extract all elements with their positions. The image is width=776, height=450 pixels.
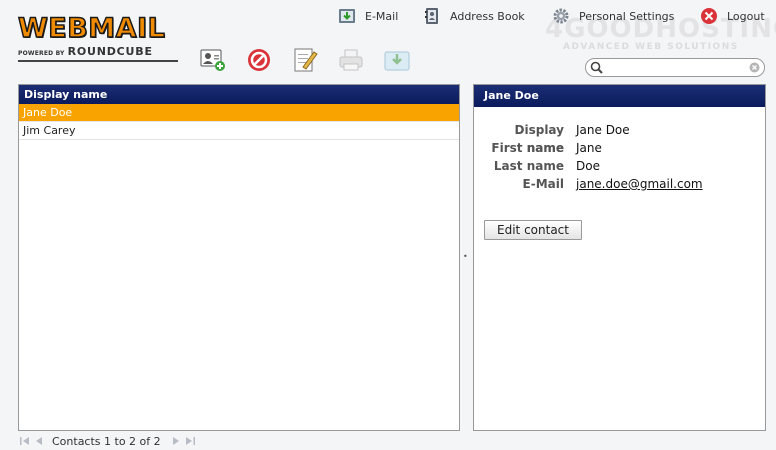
nav-address-book-label: Address Book [450,9,525,23]
watermark-line2: ADVANCED WEB SOLUTIONS [563,42,739,52]
export-contacts-button[interactable] [382,45,412,75]
delete-contact-button[interactable] [244,45,274,75]
detail-value: Jane [576,141,602,155]
delete-icon [246,47,272,73]
detail-label: Display name [514,123,564,155]
nav-logout[interactable]: Logout [700,6,765,26]
contacts-count: Contacts 1 to 2 of 2 [52,434,161,448]
search-box[interactable] [585,58,765,77]
compose-to-contact-button[interactable] [290,45,320,75]
compose-icon [292,47,318,73]
search-icon [590,61,603,74]
nav-personal-settings-label: Personal Settings [579,9,675,23]
previous-page-icon[interactable] [32,435,46,447]
nav-email-label: E-Mail [365,9,399,23]
clear-search-icon[interactable] [749,62,760,73]
detail-row-display-name: Display name Jane Doe [474,121,764,155]
roundcube-brand: ROUNDCUBE [67,45,153,58]
contact-row-jim-carey[interactable]: Jim Carey [19,122,459,140]
top-navigation: E-Mail Address Book Personal Settings Lo… [0,6,776,26]
add-contact-icon [199,47,227,73]
add-contact-button[interactable] [198,45,228,75]
detail-value: Doe [576,159,600,173]
column-header-display-name[interactable]: Display name [19,85,459,104]
nav-email[interactable]: E-Mail [338,6,398,26]
address-book-icon [423,7,441,25]
contact-details-table: Display name Jane Doe First name Jane La… [474,121,764,193]
next-page-icon[interactable] [169,435,183,447]
detail-label: Last name [493,159,564,173]
detail-row-email: E-Mail jane.doe@gmail.com [474,175,764,193]
powered-by-line: POWERED BY ROUNDCUBE [18,45,178,62]
panel-splitter-handle[interactable]: • [463,253,468,261]
last-page-icon[interactable] [183,435,197,447]
contact-details-title: Jane Doe [474,85,765,107]
print-icon [337,47,365,73]
print-button[interactable] [336,45,366,75]
detail-value: Jane Doe [576,123,630,137]
email-link[interactable]: jane.doe@gmail.com [576,175,703,193]
first-page-icon[interactable] [18,435,32,447]
detail-row-first-name: First name Jane [474,139,764,157]
gear-icon [552,7,570,25]
contact-row-jane-doe[interactable]: Jane Doe [19,104,459,122]
detail-label: First name [491,141,564,155]
logout-icon [700,7,718,25]
search-input[interactable] [606,60,744,75]
powered-by-text: POWERED BY [18,50,65,57]
contact-details-panel: Jane Doe Display name Jane Doe First nam… [473,84,766,431]
nav-personal-settings[interactable]: Personal Settings [552,6,674,26]
contacts-list-panel: Display name Jane Doe Jim Carey [18,84,460,431]
email-icon [338,7,356,25]
pagination-footer: Contacts 1 to 2 of 2 [18,434,197,448]
nav-address-book[interactable]: Address Book [423,6,525,26]
detail-label: E-Mail [522,177,564,191]
export-icon [383,47,411,73]
edit-contact-button[interactable]: Edit contact [484,220,582,240]
detail-row-last-name: Last name Doe [474,157,764,175]
nav-logout-label: Logout [727,9,765,23]
